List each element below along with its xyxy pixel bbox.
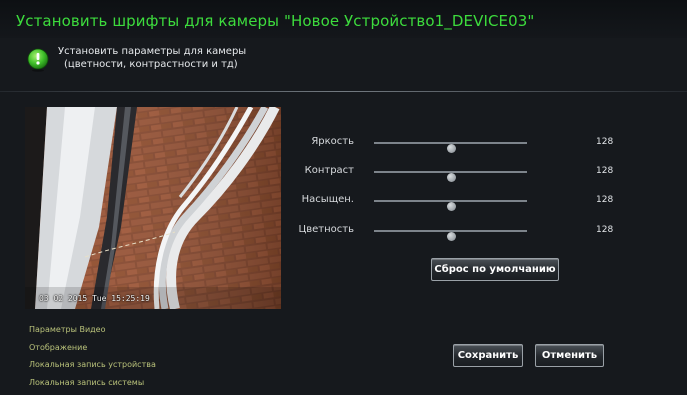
reset-defaults-button[interactable]: Сброс по умолчанию — [431, 258, 559, 281]
hue-label: Цветность — [298, 224, 354, 235]
cancel-button[interactable]: Отменить — [535, 344, 604, 367]
hue-slider[interactable] — [374, 230, 527, 232]
title-bar: Установить шрифты для камеры "Новое Устр… — [0, 0, 687, 38]
brightness-value: 128 — [596, 137, 613, 147]
nav-item-system-recording[interactable]: Локальная запись системы — [29, 378, 156, 395]
preview-timestamp: 03 02 2015 Tue 15:25:19 — [39, 294, 150, 303]
contrast-slider-thumb[interactable] — [447, 173, 456, 182]
info-description: Установить параметры для камеры (цветнос… — [58, 45, 246, 71]
camera-settings-dialog: Установить шрифты для камеры "Новое Устр… — [0, 0, 687, 389]
hue-value: 128 — [596, 225, 613, 235]
brightness-slider-row: Яркость 128 — [280, 135, 640, 151]
contrast-label: Контраст — [305, 165, 354, 176]
dialog-title: Установить шрифты для камеры "Новое Устр… — [16, 12, 534, 30]
saturation-label: Насыщен. — [302, 194, 354, 205]
contrast-slider[interactable] — [374, 171, 527, 173]
info-line-1: Установить параметры для камеры — [58, 45, 246, 58]
hue-slider-thumb[interactable] — [447, 232, 456, 241]
contrast-slider-row: Контраст 128 — [280, 164, 640, 180]
settings-nav: Параметры Видео Отображение Локальная за… — [29, 325, 156, 395]
saturation-slider-row: Насыщен. 128 — [280, 193, 640, 209]
brightness-slider[interactable] — [374, 142, 527, 144]
nav-item-display[interactable]: Отображение — [29, 343, 156, 361]
camera-image — [25, 107, 281, 309]
nav-item-video-params[interactable]: Параметры Видео — [29, 325, 156, 343]
brightness-label: Яркость — [311, 136, 354, 147]
camera-preview: 03 02 2015 Tue 15:25:19 — [25, 107, 281, 309]
hue-slider-row: Цветность 128 — [280, 223, 640, 239]
save-button[interactable]: Сохранить — [453, 344, 523, 367]
info-line-2: (цветности, контрастности и тд) — [58, 58, 246, 71]
brightness-slider-thumb[interactable] — [447, 144, 456, 153]
info-icon — [26, 48, 50, 72]
saturation-slider-thumb[interactable] — [447, 202, 456, 211]
contrast-value: 128 — [596, 166, 613, 176]
header-divider — [0, 91, 687, 92]
nav-item-device-recording[interactable]: Локальная запись устройства — [29, 360, 156, 378]
saturation-value: 128 — [596, 195, 613, 205]
saturation-slider[interactable] — [374, 200, 527, 202]
